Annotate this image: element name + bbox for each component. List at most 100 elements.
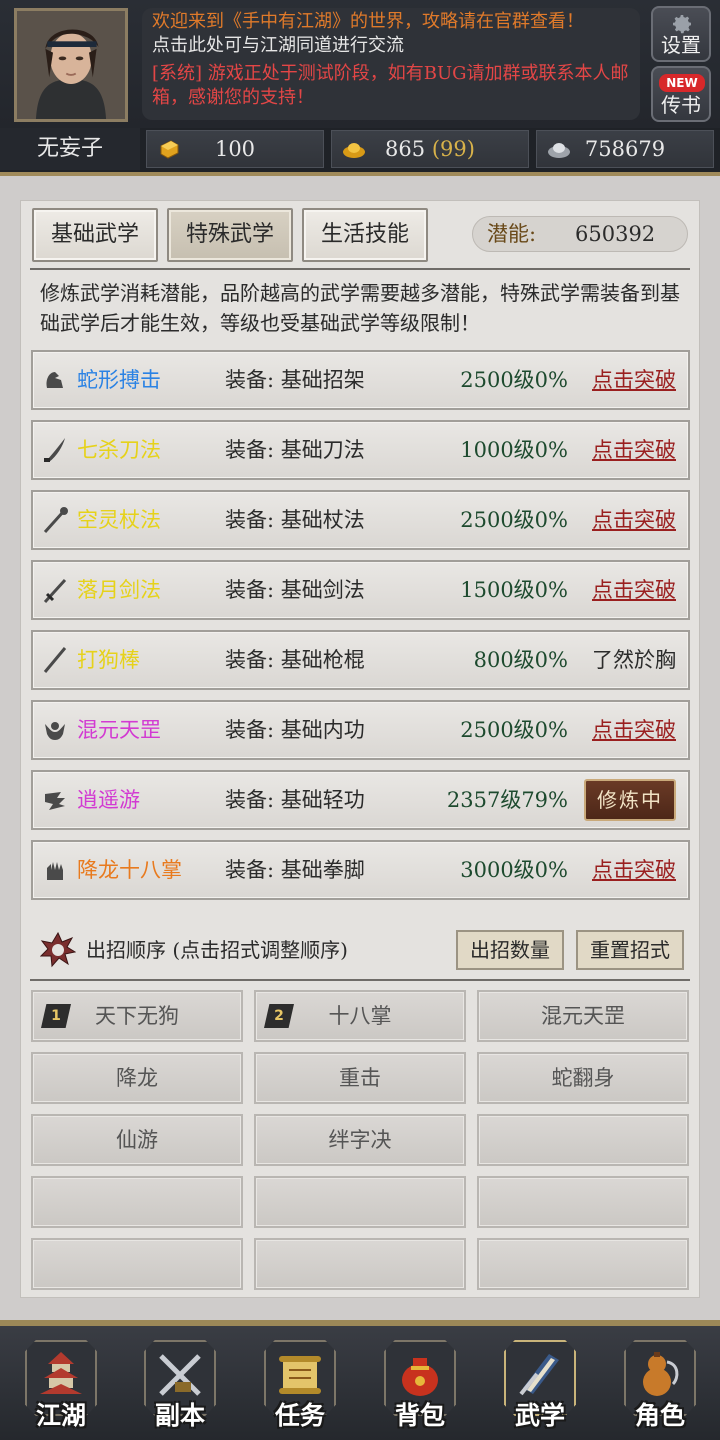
nav-character[interactable]: 角色 [619, 1340, 701, 1432]
gourd-icon [643, 1352, 679, 1396]
move-slot[interactable] [254, 1238, 466, 1290]
welcome-message: 欢迎来到《手中有江湖》的世界，攻略请在官群查看！ [152, 11, 584, 32]
system-text: 游戏正处于测试阶段，如有BUG请加群或联系本人邮箱，感谢您的支持！ [152, 63, 629, 108]
move-count-button[interactable]: 出招数量 [456, 930, 564, 970]
nav-jianghu[interactable]: 江湖 [20, 1340, 102, 1432]
skill-level: 2500级0% [460, 718, 568, 742]
skill-name: 打狗棒 [77, 648, 140, 672]
reset-moves-button[interactable]: 重置招式 [576, 930, 684, 970]
breakthrough-link[interactable]: 点击突破 [592, 352, 676, 408]
nav-character-label: 角色 [634, 1401, 685, 1430]
move-slot[interactable] [477, 1238, 689, 1290]
breakthrough-link[interactable]: 点击突破 [592, 492, 676, 548]
slot-move-name: 仙游 [116, 1128, 158, 1152]
skill-level: 2500级0% [460, 508, 568, 532]
move-slot[interactable] [477, 1176, 689, 1228]
move-slot[interactable]: 绊字决 [254, 1114, 466, 1166]
skill-row[interactable]: 混元天罡 装备: 基础内功 2500级0% 点击突破 [31, 700, 690, 760]
chat-message-box[interactable]: 欢迎来到《手中有江湖》的世界，攻略请在官群查看！ 点击此处可与江湖同道进行交流 … [142, 8, 640, 120]
skill-row[interactable]: 逍遥游 装备: 基础轻功 2357级79% 修炼中 [31, 770, 690, 830]
slot-order-number: 2 [264, 1004, 294, 1028]
resource-gold-ingot-extra: (99) [431, 137, 475, 161]
move-slot[interactable] [31, 1176, 243, 1228]
order-divider [30, 979, 690, 981]
tab-special-arts[interactable]: 特殊武学 [167, 208, 293, 262]
skill-row[interactable]: 落月剑法 装备: 基础剑法 1500级0% 点击突破 [31, 560, 690, 620]
player-avatar[interactable] [14, 8, 128, 122]
move-slot[interactable] [31, 1238, 243, 1290]
letter-label: 传书 [661, 93, 701, 117]
tab-basic-arts[interactable]: 基础武学 [32, 208, 158, 262]
breakthrough-link[interactable]: 点击突破 [592, 702, 676, 758]
slot-move-name: 降龙 [116, 1066, 158, 1090]
palm-icon [47, 862, 63, 880]
gold-block-icon [160, 140, 179, 159]
nav-martial-arts[interactable]: 武学 [499, 1340, 581, 1432]
resource-silver-value: 758679 [584, 137, 666, 161]
nav-martial-arts-label: 武学 [514, 1401, 565, 1430]
book-icon [519, 1354, 559, 1396]
gold-ingot-icon [343, 143, 365, 158]
inner-power-icon [45, 722, 65, 740]
skill-equip: 装备: 基础刀法 [225, 438, 365, 462]
wind-icon [45, 792, 65, 810]
system-message: [系统] 游戏正处于测试阶段，如有BUG请加群或联系本人邮箱，感谢您的支持！ [152, 62, 630, 110]
nav-backpack[interactable]: 背包 [379, 1340, 461, 1432]
move-slot[interactable]: 降龙 [31, 1052, 243, 1104]
letter-button[interactable]: NEW 传书 [651, 66, 711, 122]
breakthrough-link[interactable]: 点击突破 [592, 562, 676, 618]
potential-value: 650392 [575, 222, 656, 246]
nav-dungeon[interactable]: 副本 [139, 1340, 221, 1432]
skill-row[interactable]: 七杀刀法 装备: 基础刀法 1000级0% 点击突破 [31, 420, 690, 480]
skill-equip: 装备: 基础拳脚 [225, 858, 365, 882]
nav-quest-label: 任务 [274, 1401, 325, 1430]
move-slot[interactable] [477, 1114, 689, 1166]
move-slot[interactable]: 仙游 [31, 1114, 243, 1166]
skill-row[interactable]: 空灵杖法 装备: 基础杖法 2500级0% 点击突破 [31, 490, 690, 550]
nav-quest[interactable]: 任务 [259, 1340, 341, 1432]
move-slot[interactable]: 蛇翻身 [477, 1052, 689, 1104]
description-text: 修炼武学消耗潜能，品阶越高的武学需要越多潜能，特殊武学需装备到基础武学后才能生效… [40, 281, 680, 335]
slot-move-name: 混元天罡 [541, 1004, 625, 1028]
system-tag: [系统] [152, 63, 203, 84]
martial-arts-screen: 基础武学 特殊武学 生活技能 潜能: 650392 修炼武学消耗潜能，品阶越高的… [0, 176, 720, 1320]
slot-move-name: 蛇翻身 [551, 1066, 615, 1090]
breakthrough-link[interactable]: 点击突破 [592, 842, 676, 898]
order-burst-icon [40, 932, 76, 968]
skill-name: 蛇形搏击 [77, 368, 161, 392]
resource-gold-block: 100 [146, 130, 324, 168]
settings-label: 设置 [661, 33, 701, 57]
top-header: 欢迎来到《手中有江湖》的世界，攻略请在官群查看！ 点击此处可与江湖同道进行交流 … [0, 0, 720, 128]
tab-life-skills[interactable]: 生活技能 [302, 208, 428, 262]
move-slot[interactable]: 1 天下无狗 [31, 990, 243, 1042]
skill-row[interactable]: 蛇形搏击 装备: 基础招架 2500级0% 点击突破 [31, 350, 690, 410]
resource-bar: 无妄子 100 865 (99) 758679 [0, 128, 720, 172]
move-slot[interactable] [254, 1176, 466, 1228]
sword-icon [43, 578, 67, 604]
potential-display: 潜能: 650392 [472, 216, 688, 252]
move-slot[interactable]: 混元天罡 [477, 990, 689, 1042]
slot-move-name: 天下无狗 [95, 1004, 179, 1028]
nav-dungeon-label: 副本 [154, 1401, 205, 1430]
skill-row[interactable]: 降龙十八掌 装备: 基础拳脚 3000级0% 点击突破 [31, 840, 690, 900]
skill-level: 1500级0% [460, 578, 568, 602]
skill-row[interactable]: 打狗棒 装备: 基础枪棍 800级0% 了然於胸 [31, 630, 690, 690]
chat-prompt[interactable]: 点击此处可与江湖同道进行交流 [152, 34, 630, 58]
skill-level: 800级0% [473, 648, 568, 672]
nav-jianghu-label: 江湖 [35, 1401, 86, 1430]
move-slot[interactable]: 重击 [254, 1052, 466, 1104]
skill-name: 空灵杖法 [77, 508, 161, 532]
fist-grip-icon [46, 372, 63, 388]
resource-silver: 758679 [536, 130, 714, 168]
slot-move-name: 十八掌 [328, 1004, 392, 1028]
skill-equip: 装备: 基础轻功 [225, 788, 365, 812]
order-title: 出招顺序 (点击招式调整顺序) [86, 938, 348, 962]
skill-name: 混元天罡 [77, 718, 161, 742]
skill-name: 落月剑法 [77, 578, 161, 602]
skill-name: 逍遥游 [77, 788, 140, 812]
move-slot[interactable]: 2 十八掌 [254, 990, 466, 1042]
settings-button[interactable]: 设置 [651, 6, 711, 62]
skill-equip: 装备: 基础招架 [225, 368, 365, 392]
scroll-icon [279, 1356, 321, 1394]
breakthrough-link[interactable]: 点击突破 [592, 422, 676, 478]
